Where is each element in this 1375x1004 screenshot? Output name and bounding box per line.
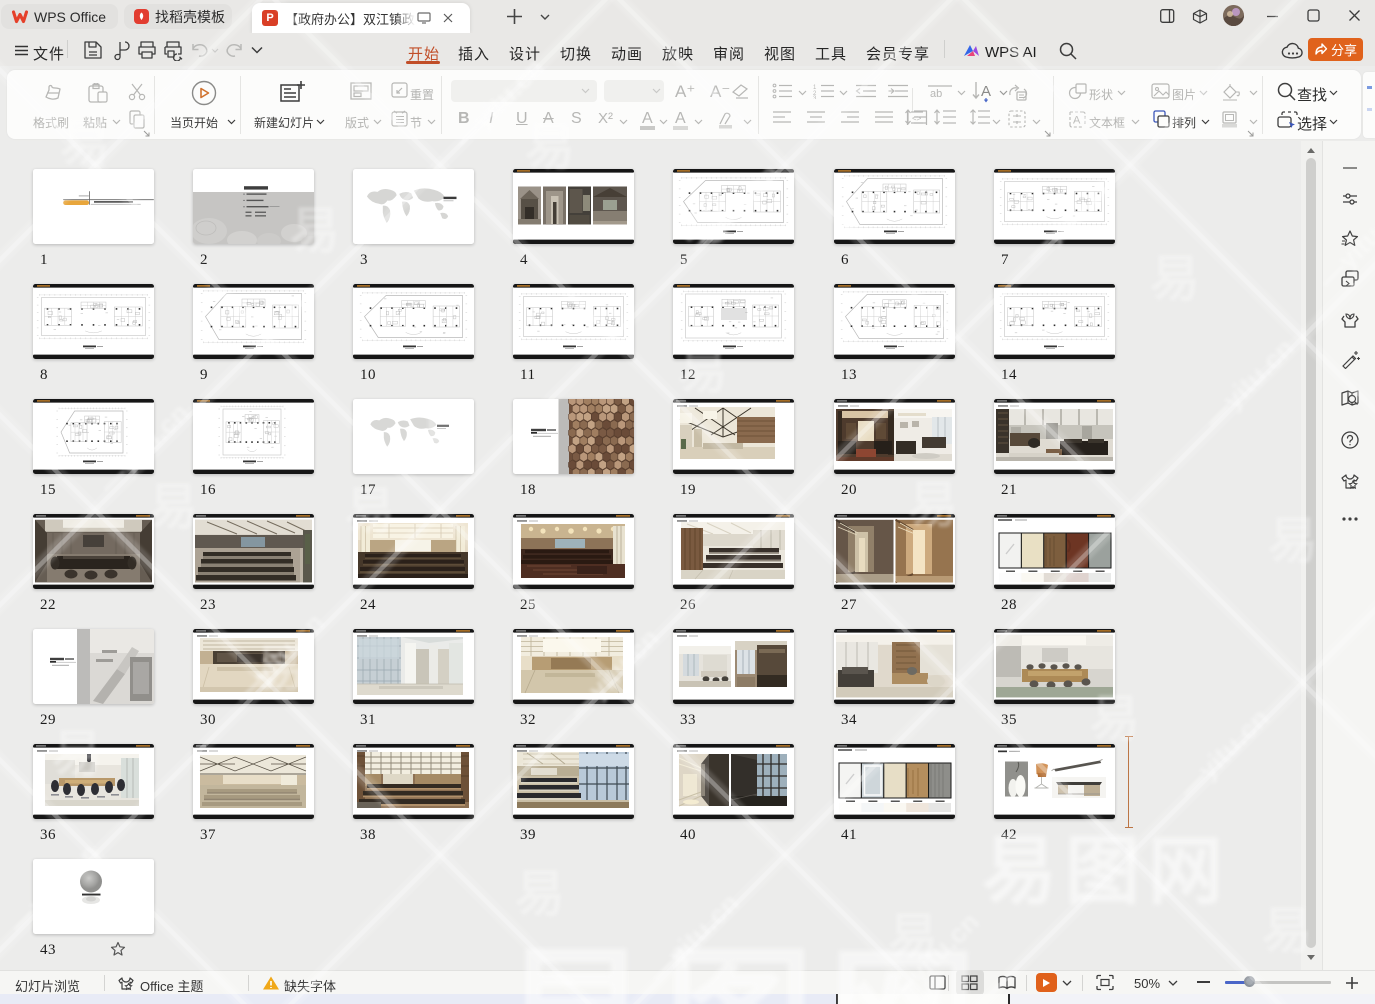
- svg-text:3: 3: [813, 96, 817, 99]
- svg-text:A: A: [981, 83, 991, 100]
- svg-text:A: A: [1073, 115, 1081, 127]
- svg-text:ab: ab: [930, 88, 942, 100]
